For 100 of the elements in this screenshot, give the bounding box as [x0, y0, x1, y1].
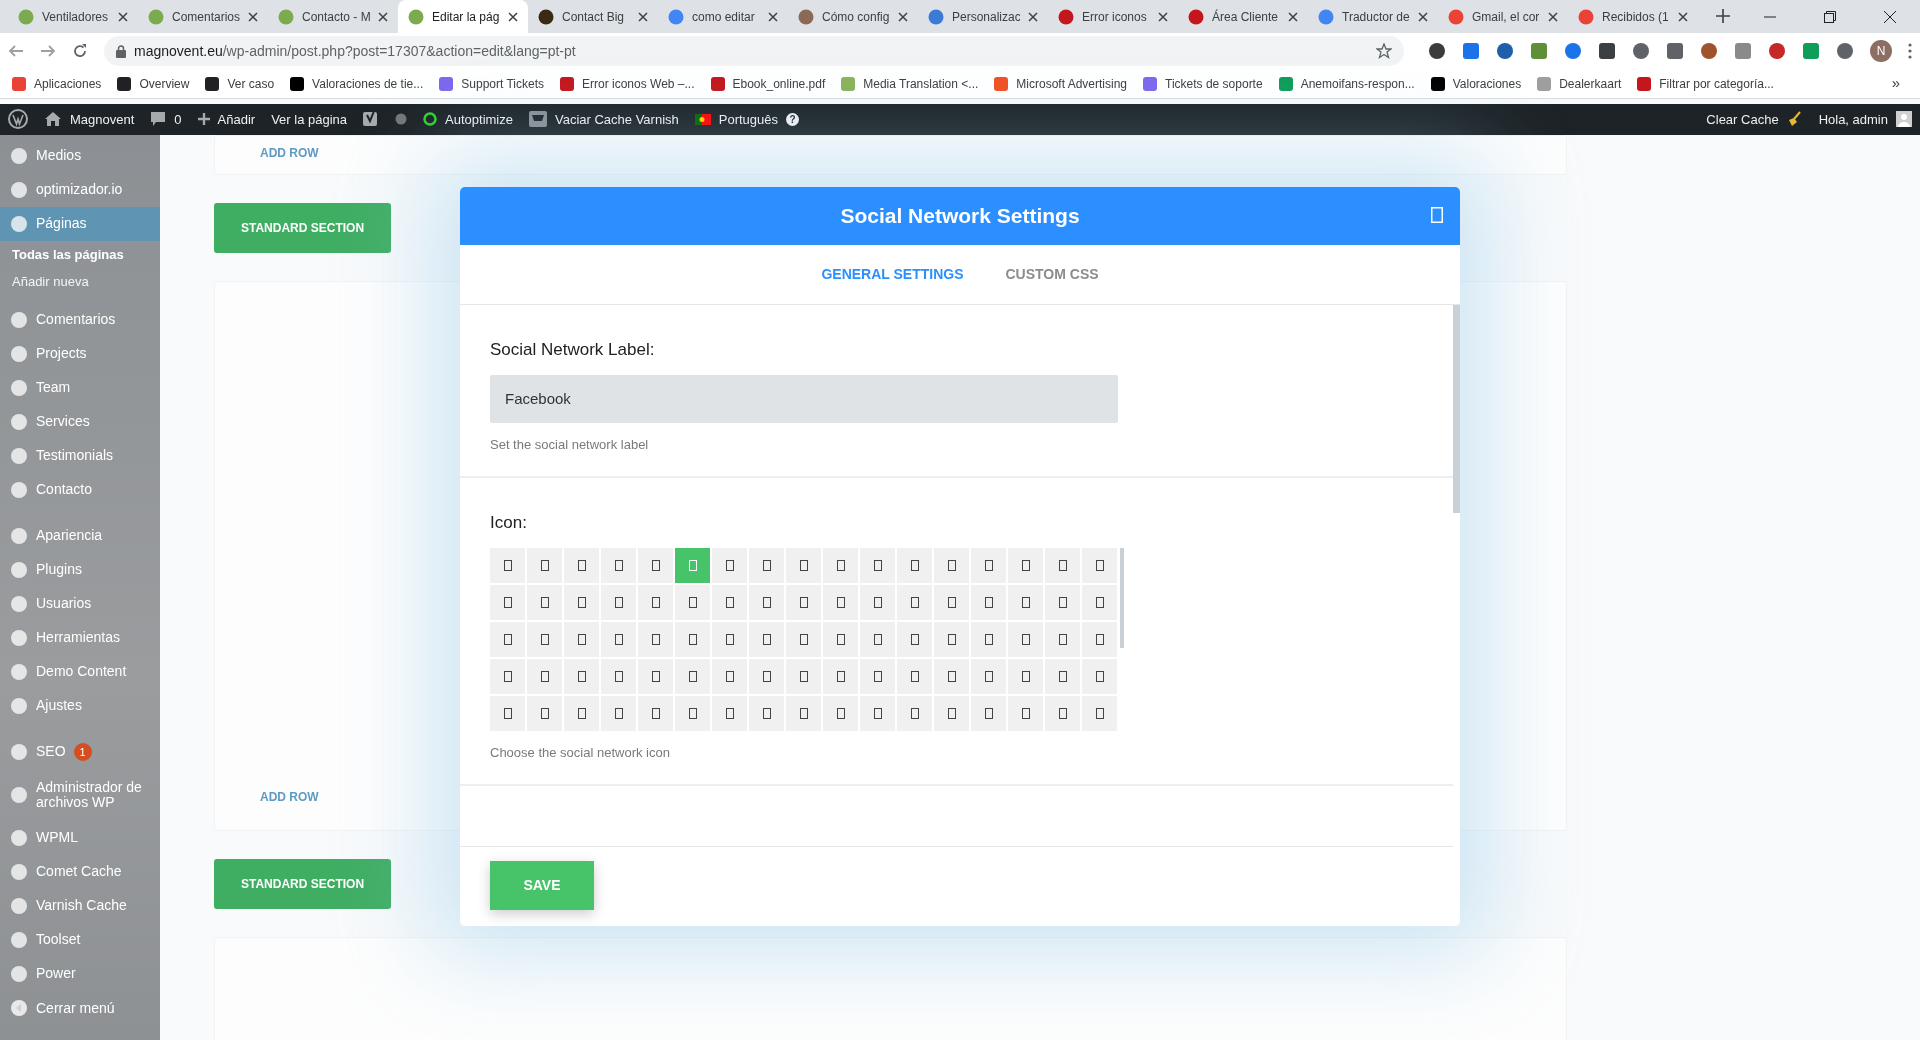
icon-option[interactable]: [786, 621, 821, 657]
browser-tab[interactable]: Gmail, el cor: [1438, 0, 1568, 33]
icon-option[interactable]: [1045, 584, 1080, 620]
icon-option[interactable]: [490, 658, 525, 694]
bookmark[interactable]: Tickets de soporte: [1143, 74, 1263, 93]
icon-option[interactable]: [971, 658, 1006, 694]
icon-option[interactable]: [749, 695, 784, 731]
bookmark[interactable]: Filtrar por categoría...: [1637, 74, 1774, 93]
icon-option[interactable]: [860, 621, 895, 657]
y-logo-icon[interactable]: [363, 110, 380, 129]
scrollbar-thumb[interactable]: [1120, 547, 1124, 648]
comments-link[interactable]: 0: [150, 109, 182, 130]
site-link[interactable]: Magnovent: [44, 109, 135, 130]
icon-option[interactable]: [749, 621, 784, 657]
icon-option[interactable]: [749, 584, 784, 620]
icon-option[interactable]: [786, 584, 821, 620]
icon-option[interactable]: [1008, 658, 1043, 694]
icon-option[interactable]: [601, 695, 636, 731]
browser-tab[interactable]: Contact Big: [528, 0, 658, 33]
extension-icon[interactable]: [1632, 42, 1651, 61]
icon-option[interactable]: [638, 621, 673, 657]
extension-icon[interactable]: [1496, 42, 1515, 61]
browser-tab[interactable]: Traductor de: [1308, 0, 1438, 33]
icon-option[interactable]: [786, 658, 821, 694]
icon-option[interactable]: [786, 547, 821, 583]
browser-tab[interactable]: como editar: [658, 0, 788, 33]
icon-option[interactable]: [527, 695, 562, 731]
icon-option[interactable]: [934, 621, 969, 657]
reload-icon[interactable]: [72, 43, 88, 60]
icon-option[interactable]: [638, 547, 673, 583]
icon-option[interactable]: [1008, 584, 1043, 620]
icon-option[interactable]: [860, 547, 895, 583]
icon-option[interactable]: [823, 621, 858, 657]
more-bookmarks-button[interactable]: »: [1891, 72, 1908, 95]
icon-option[interactable]: [934, 584, 969, 620]
icon-option[interactable]: [897, 695, 932, 731]
icon-option[interactable]: [971, 584, 1006, 620]
new-link[interactable]: Añadir: [197, 109, 256, 130]
bookmark[interactable]: Aplicaciones: [12, 74, 102, 93]
close-icon[interactable]: [1884, 10, 1896, 23]
icon-option[interactable]: [1008, 547, 1043, 583]
icon-option[interactable]: [1008, 695, 1043, 731]
icon-option[interactable]: [712, 621, 747, 657]
bookmark[interactable]: Error iconos Web –...: [560, 74, 695, 93]
icon-option[interactable]: [638, 658, 673, 694]
icon-option[interactable]: [897, 658, 932, 694]
icon-option[interactable]: [1082, 621, 1117, 657]
bookmark[interactable]: Dealerkaart: [1537, 74, 1622, 93]
restore-icon[interactable]: [1824, 10, 1836, 23]
clear-cache-link[interactable]: Clear Cache: [1706, 109, 1803, 130]
icon-option[interactable]: [527, 621, 562, 657]
profile-avatar[interactable]: N: [1870, 40, 1892, 63]
icon-option[interactable]: [823, 695, 858, 731]
plus-icon[interactable]: [1716, 9, 1730, 23]
address-field[interactable]: magnovent.eu/wp-admin/post.php?post=17307&action=edit&lang=pt-pt: [104, 36, 1405, 67]
scrollbar-thumb[interactable]: [1453, 305, 1460, 514]
icon-option[interactable]: [527, 547, 562, 583]
icon-option[interactable]: [971, 695, 1006, 731]
extension-icon[interactable]: [1700, 42, 1719, 61]
icon-option[interactable]: [564, 621, 599, 657]
browser-tab[interactable]: Área Cliente: [1178, 0, 1308, 33]
icon-option[interactable]: [601, 658, 636, 694]
wordpress-logo-icon[interactable]: [8, 109, 28, 130]
bookmark[interactable]: Overview: [117, 74, 190, 93]
view-page-link[interactable]: Ver la página: [271, 109, 348, 130]
bookmark[interactable]: Ver caso: [205, 74, 275, 93]
extension-icon[interactable]: [1598, 42, 1617, 61]
icon-option[interactable]: [823, 547, 858, 583]
icon-option[interactable]: [601, 547, 636, 583]
autoptimize-link[interactable]: Autoptimize: [423, 109, 513, 130]
icon-option[interactable]: [1008, 621, 1043, 657]
star-icon[interactable]: [1376, 43, 1393, 60]
icon-option[interactable]: [1045, 621, 1080, 657]
icon-option[interactable]: [934, 658, 969, 694]
icon-option[interactable]: [564, 658, 599, 694]
browser-tab[interactable]: Contacto - M: [268, 0, 398, 33]
icon-option[interactable]: [860, 658, 895, 694]
icon-option[interactable]: [490, 547, 525, 583]
icon-option[interactable]: [1082, 584, 1117, 620]
browser-tab[interactable]: Error iconos: [1048, 0, 1178, 33]
bookmark[interactable]: Valoraciones de tie...: [290, 74, 424, 93]
icon-option[interactable]: [860, 584, 895, 620]
icon-option[interactable]: [823, 658, 858, 694]
browser-tab[interactable]: Recibidos (1: [1568, 0, 1698, 33]
icon-option[interactable]: [601, 584, 636, 620]
extension-icon[interactable]: [1428, 42, 1447, 61]
icon-option[interactable]: [897, 621, 932, 657]
icon-option[interactable]: [712, 584, 747, 620]
icon-option[interactable]: [934, 695, 969, 731]
icon-option[interactable]: [527, 658, 562, 694]
icon-option[interactable]: [1045, 547, 1080, 583]
text-input-field[interactable]: Facebook: [490, 374, 1118, 423]
icon-option[interactable]: [490, 695, 525, 731]
more-options-icon[interactable]: [1908, 43, 1912, 60]
browser-tab[interactable]: Ventiladores: [8, 0, 138, 33]
icon-option[interactable]: [823, 584, 858, 620]
icon-option[interactable]: [601, 621, 636, 657]
icon-option[interactable]: [564, 584, 599, 620]
icon-option[interactable]: [564, 695, 599, 731]
icon-option[interactable]: [712, 547, 747, 583]
